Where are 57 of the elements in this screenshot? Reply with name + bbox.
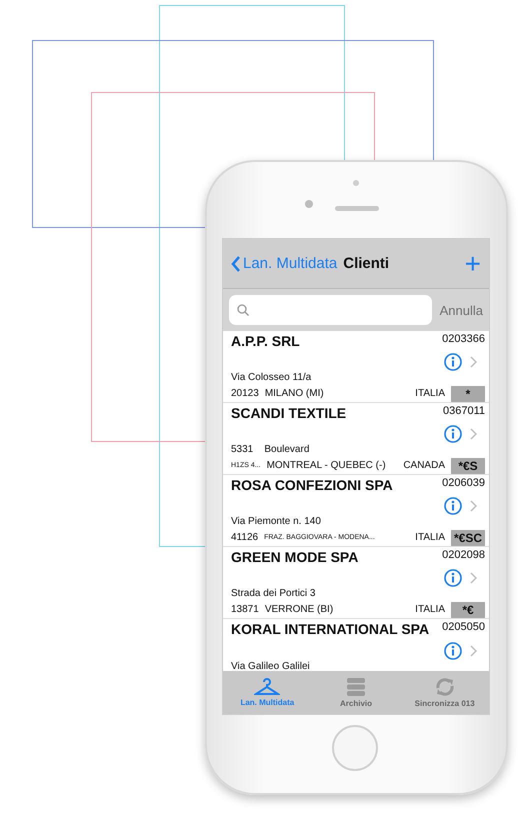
- postal-code: 20123: [231, 388, 259, 400]
- client-code: 0367011: [442, 405, 485, 417]
- info-icon[interactable]: [444, 497, 462, 516]
- client-name: SCANDI TEXTILE: [231, 405, 346, 421]
- search-field[interactable]: [229, 295, 432, 325]
- client-country: CANADA: [403, 460, 445, 472]
- nav-title: Clienti: [343, 255, 390, 272]
- camera-lens: [305, 200, 313, 208]
- status-badge: *€: [451, 602, 485, 618]
- chevron-right-icon: [470, 500, 477, 512]
- status-badge: *€S: [451, 458, 485, 474]
- client-address: Via Piemonte n. 140: [231, 516, 322, 530]
- postal-code: 13871: [231, 604, 259, 616]
- client-country: ITALIA: [415, 388, 445, 400]
- client-country: ITALIA: [415, 532, 445, 544]
- client-city: MILANO (MI): [264, 388, 324, 400]
- status-badge: *: [451, 386, 485, 402]
- cancel-button[interactable]: Annulla: [440, 302, 483, 318]
- client-code: 0203366: [442, 333, 485, 345]
- postal-code: 41126: [231, 532, 258, 544]
- client-address: Via Galileo Galilei: [231, 661, 311, 671]
- add-button[interactable]: +: [464, 250, 481, 278]
- client-city: VERRONE (BI): [264, 604, 334, 616]
- sync-icon: [434, 677, 455, 697]
- client-name: KORAL INTERNATIONAL SPA: [231, 621, 430, 637]
- client-name: ROSA CONFEZIONI SPA: [231, 477, 393, 493]
- database-icon: [346, 677, 366, 697]
- status-badge: *€SC: [451, 530, 485, 546]
- hanger-icon: [254, 678, 280, 696]
- client-row[interactable]: GREEN MODE SPA 0202098 Strada dei Portici 3 13871 VERRONE (BI) ITALIA *€: [223, 547, 489, 619]
- client-country: ITALIA: [415, 604, 445, 616]
- info-icon[interactable]: [444, 569, 462, 588]
- info-icon[interactable]: [444, 353, 462, 372]
- speaker-grille: [335, 206, 379, 211]
- chevron-right-icon: [470, 645, 477, 657]
- info-icon[interactable]: [444, 425, 462, 444]
- tab[interactable]: Sincronizza 013: [400, 671, 489, 714]
- back-button[interactable]: Lan. Multidata: [231, 254, 338, 272]
- tab[interactable]: Lan. Multidata: [223, 671, 312, 714]
- client-city: MONTREAL - QUEBEC (-): [266, 460, 386, 472]
- client-name: GREEN MODE SPA: [231, 549, 358, 565]
- client-address: 5331 Boulevard: [231, 444, 310, 458]
- info-icon[interactable]: [444, 642, 462, 660]
- chevron-right-icon: [470, 356, 477, 368]
- chevron-left-icon: [231, 254, 241, 272]
- chevron-right-icon: [470, 572, 477, 584]
- client-address: Via Colosseo 11/a: [231, 372, 312, 386]
- chevron-right-icon: [470, 428, 477, 440]
- client-code: 0205050: [442, 621, 485, 633]
- sensor-dot: [353, 180, 359, 186]
- client-address: Strada dei Portici 3: [231, 588, 316, 602]
- client-row[interactable]: A.P.P. SRL 0203366 Via Colosseo 11/a 20123 MILANO (MI) ITALIA *: [223, 331, 489, 403]
- client-code: 0206039: [442, 477, 485, 489]
- tab[interactable]: Archivio: [312, 671, 400, 714]
- search-icon: [237, 304, 249, 316]
- client-name: A.P.P. SRL: [231, 333, 300, 349]
- client-code: 0202098: [442, 549, 485, 561]
